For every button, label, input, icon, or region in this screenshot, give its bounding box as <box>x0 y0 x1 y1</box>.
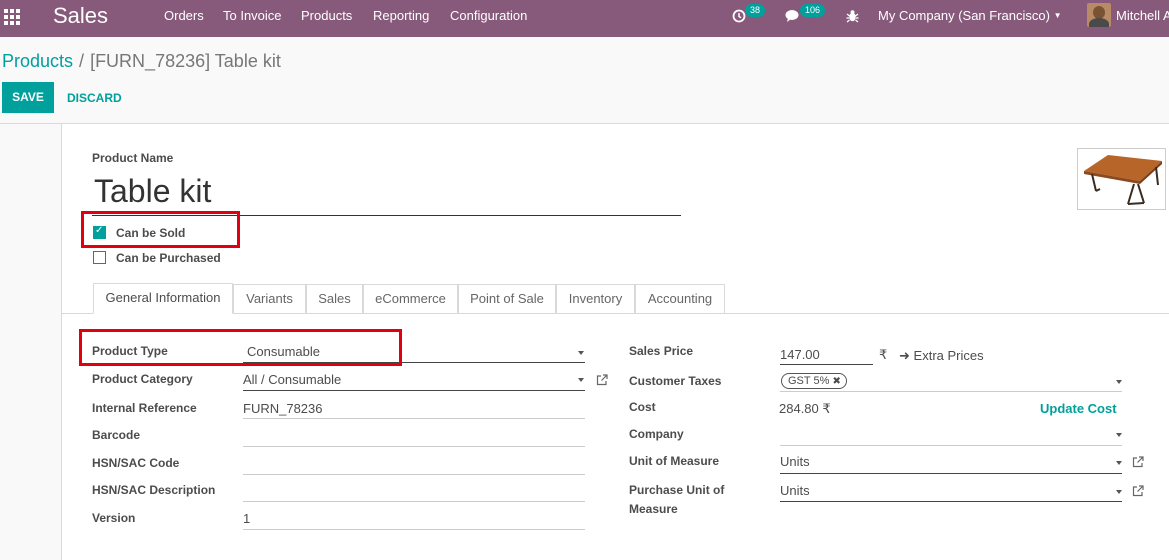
tab-point-of-sale[interactable]: Point of Sale <box>458 284 556 314</box>
can-be-purchased-label[interactable]: Can be Purchased <box>116 251 221 265</box>
activity-clock-icon[interactable] <box>732 9 746 26</box>
version-label: Version <box>92 511 136 525</box>
chevron-down-icon[interactable] <box>1116 461 1122 465</box>
chevron-down-icon[interactable] <box>578 351 584 355</box>
tab-variants[interactable]: Variants <box>233 284 306 314</box>
menu-to-invoice[interactable]: To Invoice <box>223 8 282 23</box>
can-be-purchased-checkbox[interactable] <box>93 251 106 264</box>
product-category-underline <box>243 390 585 391</box>
tab-accounting[interactable]: Accounting <box>635 284 725 314</box>
menu-configuration[interactable]: Configuration <box>450 8 527 23</box>
internal-reference-label: Internal Reference <box>92 401 197 415</box>
menu-orders[interactable]: Orders <box>164 8 204 23</box>
product-name-input[interactable]: Table kit <box>94 173 211 210</box>
hsn-description-label: HSN/SAC Description <box>92 483 216 497</box>
top-navbar: Sales Orders To Invoice Products Reporti… <box>0 0 1169 37</box>
uom-label: Unit of Measure <box>629 454 720 468</box>
internal-reference-input[interactable]: FURN_78236 <box>243 401 323 416</box>
breadcrumb: Products / [FURN_78236] Table kit <box>2 51 281 72</box>
barcode-label: Barcode <box>92 428 141 442</box>
product-name-label: Product Name <box>92 151 174 165</box>
tax-tag-label: GST 5% <box>788 375 830 387</box>
close-icon[interactable]: ✖ <box>832 376 840 387</box>
external-link-icon[interactable] <box>1132 485 1144 497</box>
app-name[interactable]: Sales <box>53 3 108 29</box>
menu-reporting[interactable]: Reporting <box>373 8 429 23</box>
table-image-icon <box>1084 155 1162 205</box>
uom-select[interactable]: Units <box>780 454 810 469</box>
menu-products[interactable]: Products <box>301 8 352 23</box>
breadcrumb-products-link[interactable]: Products <box>2 51 73 71</box>
save-button[interactable]: SAVE <box>2 82 54 113</box>
tab-ecommerce[interactable]: eCommerce <box>363 284 458 314</box>
customer-taxes-underline <box>780 391 1122 392</box>
currency-symbol: ₹ <box>879 347 888 362</box>
company-name: My Company (San Francisco) <box>878 8 1050 23</box>
highlight-product-type <box>79 329 402 366</box>
sales-price-underline <box>780 364 873 365</box>
extra-prices-button[interactable]: ➜ Extra Prices <box>899 348 984 364</box>
product-image[interactable] <box>1077 148 1166 210</box>
chevron-down-icon[interactable] <box>1116 490 1122 494</box>
external-link-icon[interactable] <box>1132 456 1144 468</box>
arrow-right-icon: ➜ <box>899 348 910 363</box>
version-underline <box>243 529 585 530</box>
purchase-uom-underline <box>780 501 1122 502</box>
product-category-label: Product Category <box>92 372 193 386</box>
hsn-code-label: HSN/SAC Code <box>92 456 180 470</box>
tab-general-information[interactable]: General Information <box>93 283 233 314</box>
hsn-description-underline <box>243 501 585 502</box>
extra-prices-label: Extra Prices <box>913 348 984 363</box>
activity-badge: 38 <box>745 4 766 17</box>
hsn-code-underline <box>243 474 585 475</box>
messages-badge: 106 <box>800 4 826 17</box>
highlight-can-be-sold <box>81 211 240 248</box>
breadcrumb-current: [FURN_78236] Table kit <box>90 51 281 71</box>
tab-sales[interactable]: Sales <box>306 284 363 314</box>
cost-value: 284.80 ₹ <box>779 401 831 416</box>
company-underline <box>780 445 1122 446</box>
chevron-down-icon: ▼ <box>1053 11 1062 20</box>
barcode-underline <box>243 446 585 447</box>
apps-grid-icon[interactable] <box>3 8 21 26</box>
company-label: Company <box>629 427 684 441</box>
internal-reference-underline <box>243 418 585 419</box>
company-switcher[interactable]: My Company (San Francisco) ▼ <box>878 8 1062 23</box>
customer-taxes-label: Customer Taxes <box>629 374 722 388</box>
discard-button[interactable]: DISCARD <box>67 91 122 105</box>
version-input[interactable]: 1 <box>243 511 250 526</box>
user-name[interactable]: Mitchell A <box>1116 8 1169 23</box>
chevron-down-icon[interactable] <box>1116 380 1122 384</box>
update-cost-button[interactable]: Update Cost <box>1040 401 1117 416</box>
chevron-down-icon[interactable] <box>1116 433 1122 437</box>
tax-tag[interactable]: GST 5% ✖ <box>781 373 847 389</box>
messages-chat-icon[interactable] <box>785 9 800 26</box>
external-link-icon[interactable] <box>596 374 608 386</box>
product-category-select[interactable]: All / Consumable <box>243 372 341 387</box>
tab-inventory[interactable]: Inventory <box>556 284 635 314</box>
purchase-uom-label-line1: Purchase Unit of <box>629 483 725 497</box>
sales-price-label: Sales Price <box>629 344 694 358</box>
chevron-down-icon[interactable] <box>578 378 584 382</box>
purchase-uom-select[interactable]: Units <box>780 483 810 498</box>
cost-label: Cost <box>629 400 656 414</box>
breadcrumb-separator: / <box>79 51 85 71</box>
purchase-uom-label-line2: Measure <box>629 502 678 516</box>
sales-price-input[interactable]: 147.00 <box>780 347 820 362</box>
uom-underline <box>780 473 1122 474</box>
user-avatar[interactable] <box>1087 3 1111 27</box>
debug-bug-icon[interactable] <box>846 9 859 26</box>
